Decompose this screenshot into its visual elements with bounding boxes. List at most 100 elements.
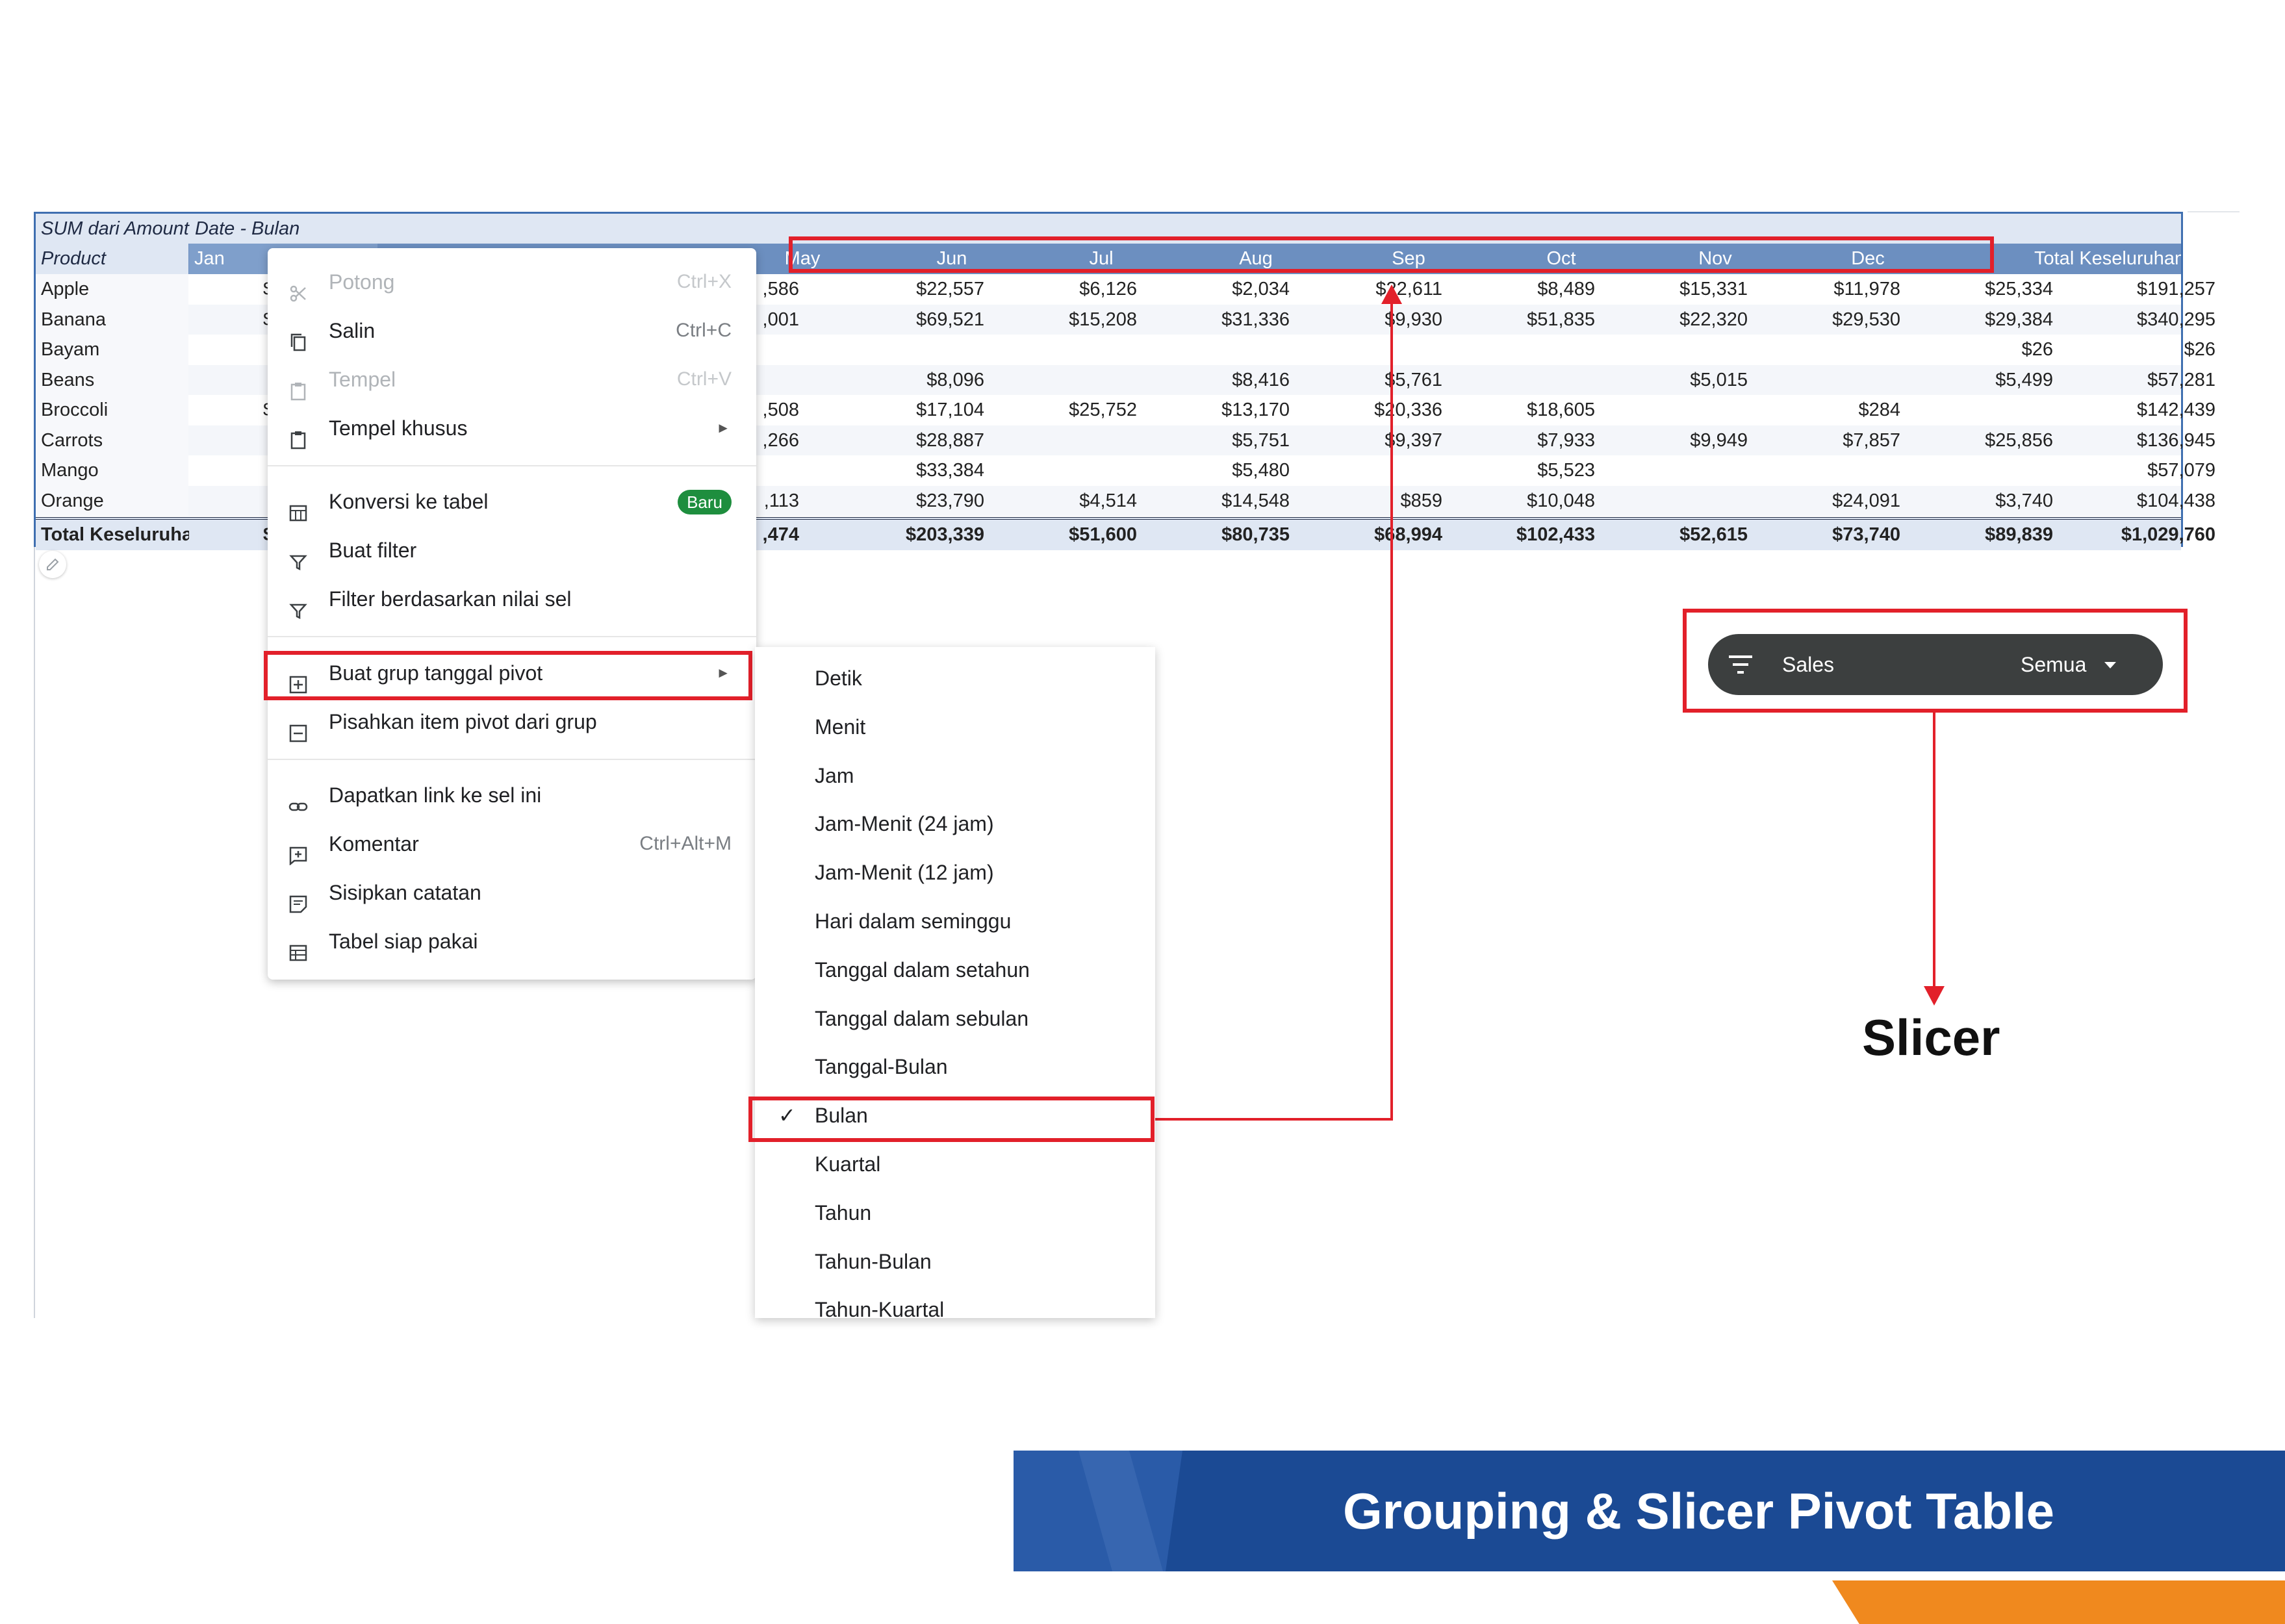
month-cell-may[interactable]: $33,384	[848, 455, 984, 486]
month-cell-dec[interactable]	[1917, 395, 2053, 425]
product-cell[interactable]: Banana	[36, 304, 188, 335]
month-cell-may[interactable]: $28,887	[848, 425, 984, 456]
submenu-item[interactable]: Kuartal	[755, 1140, 1155, 1189]
month-cell-jun[interactable]	[1001, 365, 1137, 396]
month-cell-aug[interactable]: $9,397	[1306, 425, 1442, 456]
menu-item-comment[interactable]: Komentar Ctrl+Alt+M	[268, 820, 756, 867]
month-cell-may[interactable]: $69,521	[848, 305, 984, 335]
row-total-cell[interactable]: $340,295	[2066, 305, 2215, 335]
apr-cell[interactable]	[750, 365, 799, 396]
apr-cell[interactable]: ,113	[750, 486, 799, 516]
month-cell-jul[interactable]: $13,170	[1153, 395, 1290, 425]
submenu-item[interactable]: Jam-Menit (24 jam)	[755, 800, 1155, 848]
row-total-cell[interactable]: $136,945	[2066, 425, 2215, 456]
total-row-dec[interactable]: $89,839	[1917, 520, 2053, 550]
submenu-item[interactable]: Tahun	[755, 1189, 1155, 1237]
product-cell[interactable]: Beans	[36, 364, 188, 395]
slicer-control[interactable]: Sales Semua	[1708, 634, 2163, 695]
apr-cell[interactable]: ,001	[750, 305, 799, 335]
month-cell-oct[interactable]	[1611, 395, 1748, 425]
submenu-item[interactable]: Tanggal-Bulan	[755, 1043, 1155, 1091]
slicer-value[interactable]: Semua	[2021, 634, 2086, 695]
month-cell-sep[interactable]: $51,835	[1459, 305, 1595, 335]
apr-cell[interactable]: ,266	[750, 425, 799, 456]
menu-item-convert-table[interactable]: Konversi ke tabel Baru	[268, 478, 756, 525]
month-cell-jul[interactable]: $5,751	[1153, 425, 1290, 456]
total-row-grand[interactable]: $1,029,760	[2066, 520, 2215, 550]
month-cell-jun[interactable]	[1001, 455, 1137, 486]
month-cell-aug[interactable]: $20,336	[1306, 395, 1442, 425]
month-cell-jul[interactable]: $8,416	[1153, 365, 1290, 396]
month-cell-jun[interactable]: $15,208	[1001, 305, 1137, 335]
row-total-cell[interactable]: $142,439	[2066, 395, 2215, 425]
month-cell-may[interactable]: $22,557	[848, 274, 984, 305]
submenu-item[interactable]: Tahun-Kuartal	[755, 1286, 1155, 1318]
month-cell-aug[interactable]: $22,611	[1306, 274, 1442, 305]
row-total-cell[interactable]: $191,257	[2066, 274, 2215, 305]
month-cell-jun[interactable]: $25,752	[1001, 395, 1137, 425]
row-total-cell[interactable]: $57,079	[2066, 455, 2215, 486]
menu-item-copy[interactable]: Salin Ctrl+C	[268, 307, 756, 354]
month-cell-dec[interactable]: $25,856	[1917, 425, 2053, 456]
month-cell-nov[interactable]: $24,091	[1764, 486, 1900, 516]
submenu-item[interactable]: Tahun-Bulan	[755, 1237, 1155, 1286]
month-cell-sep[interactable]	[1459, 335, 1595, 365]
menu-item-create-filter[interactable]: Buat filter	[268, 527, 756, 574]
month-cell-sep[interactable]: $10,048	[1459, 486, 1595, 516]
month-cell-sep[interactable]: $8,489	[1459, 274, 1595, 305]
apr-cell[interactable]	[750, 455, 799, 486]
month-cell-oct[interactable]: $5,015	[1611, 365, 1748, 396]
month-cell-aug[interactable]	[1306, 335, 1442, 365]
month-cell-oct[interactable]	[1611, 486, 1748, 516]
month-cell-jul[interactable]: $5,480	[1153, 455, 1290, 486]
month-cell-jun[interactable]: $6,126	[1001, 274, 1137, 305]
menu-item-cut[interactable]: Potong Ctrl+X	[268, 259, 756, 305]
row-total-cell[interactable]: $57,281	[2066, 365, 2215, 396]
month-cell-may[interactable]: $8,096	[848, 365, 984, 396]
month-cell-jun[interactable]	[1001, 425, 1137, 456]
month-cell-nov[interactable]	[1764, 365, 1900, 396]
product-cell[interactable]: Mango	[36, 455, 188, 486]
month-cell-dec[interactable]: $5,499	[1917, 365, 2053, 396]
product-header[interactable]: Product	[36, 244, 188, 274]
month-cell-aug[interactable]: $5,761	[1306, 365, 1442, 396]
apr-cell[interactable]: ,586	[750, 274, 799, 305]
month-cell-jun[interactable]	[1001, 335, 1137, 365]
month-cell-may[interactable]: $17,104	[848, 395, 984, 425]
month-cell-oct[interactable]	[1611, 335, 1748, 365]
product-cell[interactable]: Broccoli	[36, 395, 188, 425]
total-row-may[interactable]: $203,339	[848, 520, 984, 550]
apr-cell[interactable]: ,508	[750, 395, 799, 425]
total-row-aug[interactable]: $68,994	[1306, 520, 1442, 550]
submenu-item[interactable]: Detik	[755, 654, 1155, 703]
submenu-item[interactable]: Jam-Menit (12 jam)	[755, 848, 1155, 897]
dropdown-arrow-icon[interactable]	[2104, 661, 2116, 673]
product-cell[interactable]: Apple	[36, 274, 188, 305]
menu-item-ungroup[interactable]: Pisahkan item pivot dari grup	[268, 698, 756, 745]
month-cell-aug[interactable]	[1306, 455, 1442, 486]
month-cell-dec[interactable]: $29,384	[1917, 305, 2053, 335]
product-cell[interactable]: Orange	[36, 485, 188, 516]
month-cell-jul[interactable]: $14,548	[1153, 486, 1290, 516]
row-total-cell[interactable]: $104,438	[2066, 486, 2215, 516]
total-row-apr[interactable]: ,474	[750, 520, 799, 550]
submenu-item[interactable]: Tanggal dalam setahun	[755, 946, 1155, 995]
month-cell-nov[interactable]	[1764, 335, 1900, 365]
total-row-oct[interactable]: $52,615	[1611, 520, 1748, 550]
menu-item-insert-note[interactable]: Sisipkan catatan	[268, 869, 756, 916]
month-cell-oct[interactable]	[1611, 455, 1748, 486]
month-cell-dec[interactable]: $3,740	[1917, 486, 2053, 516]
month-cell-sep[interactable]	[1459, 365, 1595, 396]
month-cell-dec[interactable]	[1917, 455, 2053, 486]
month-cell-jun[interactable]: $4,514	[1001, 486, 1137, 516]
submenu-item[interactable]: Jam	[755, 752, 1155, 800]
total-row-nov[interactable]: $73,740	[1764, 520, 1900, 550]
month-cell-oct[interactable]: $15,331	[1611, 274, 1748, 305]
month-cell-may[interactable]: $23,790	[848, 486, 984, 516]
month-cell-dec[interactable]: $26	[1917, 335, 2053, 365]
submenu-item[interactable]: Hari dalam seminggu	[755, 897, 1155, 946]
product-cell[interactable]: Bayam	[36, 335, 188, 365]
month-cell-sep[interactable]: $5,523	[1459, 455, 1595, 486]
month-cell-jul[interactable]: $31,336	[1153, 305, 1290, 335]
month-cell-nov[interactable]: $29,530	[1764, 305, 1900, 335]
